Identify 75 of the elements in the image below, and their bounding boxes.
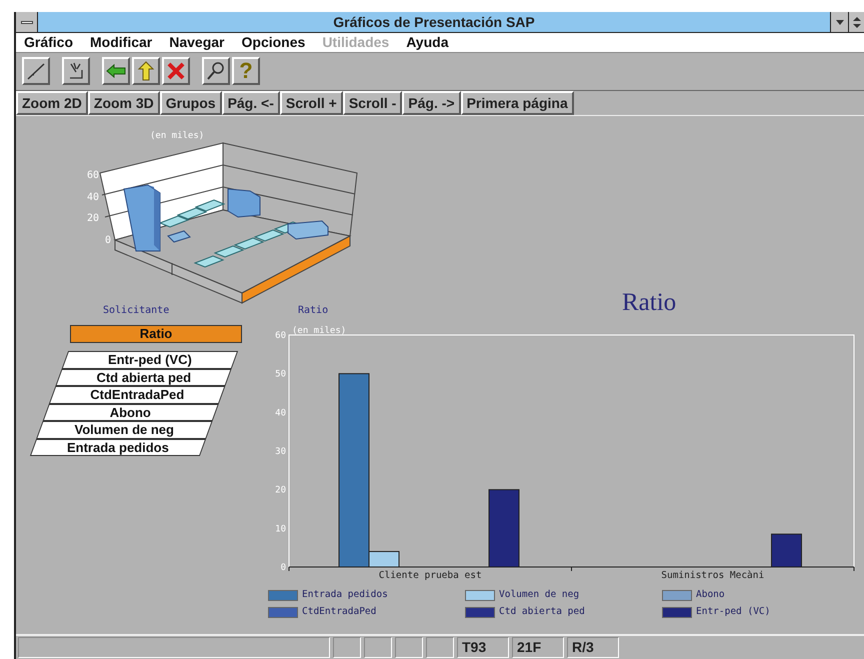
tick-label: 0 — [105, 235, 112, 246]
close-icon — [165, 60, 187, 82]
legend-label: Entr-ped (VC) — [696, 605, 770, 620]
menu-item[interactable]: Navegar — [169, 32, 225, 53]
status-pane — [333, 637, 361, 658]
status-field: T93 — [457, 637, 509, 658]
key-figure-item[interactable]: Ctd abierta ped — [55, 368, 232, 386]
status-pane — [364, 637, 392, 658]
category-label: Cliente prueba est — [378, 570, 482, 581]
chart-nav-button[interactable]: Zoom 3D — [88, 91, 160, 115]
axis-unit-label: (en miles) — [292, 326, 346, 336]
flat-bar — [176, 207, 208, 220]
status-pane — [395, 637, 423, 658]
up-arrow-icon — [135, 60, 157, 82]
help-icon: ? — [239, 60, 253, 82]
3d-bar — [288, 220, 328, 240]
flat-bar — [254, 229, 284, 242]
tick-label: 40 — [87, 192, 100, 203]
key-figure-item[interactable]: Entrada pedidos — [30, 438, 206, 456]
chart-nav-button[interactable]: Primera página — [460, 91, 574, 115]
chart-nav-button[interactable]: Scroll + — [280, 91, 343, 115]
toolbar-button[interactable] — [62, 57, 90, 85]
chart-nav-button[interactable]: Zoom 2D — [16, 91, 88, 115]
3d-bar — [167, 230, 191, 243]
key-figure-item[interactable]: Ratio — [70, 325, 242, 342]
window-title: Gráficos de Presentación SAP — [332, 13, 536, 32]
axis-label: Ratio — [298, 305, 328, 316]
tick-label: 50 — [275, 370, 286, 380]
menu-item[interactable]: Opciones — [242, 32, 306, 53]
flat-bar — [214, 245, 244, 258]
toolbar-button[interactable] — [162, 57, 190, 85]
up-down-icon — [852, 16, 860, 28]
chart-nav-button[interactable]: Pág. <- — [222, 91, 280, 115]
axis-unit-label: (en miles) — [150, 131, 204, 141]
axis-label: Solicitante — [103, 305, 170, 316]
caret-icon — [836, 20, 844, 24]
tick-label: 60 — [275, 331, 286, 341]
category-label: Suministros Mecàni — [661, 570, 764, 581]
chart-title: Ratio — [622, 288, 676, 318]
tick-label: 60 — [87, 170, 100, 181]
toolbar-button[interactable] — [102, 57, 130, 85]
key-figure-item[interactable]: Abono — [42, 403, 219, 420]
legend-label: Volumen de neg — [499, 588, 580, 602]
chart-nav-button[interactable]: Grupos — [160, 91, 222, 115]
tick-label: 20 — [87, 213, 100, 224]
flat-bar — [158, 215, 190, 228]
menu-item[interactable]: Modificar — [90, 32, 152, 53]
key-figure-item[interactable]: CtdEntradaPed — [49, 386, 226, 403]
scroll-arrows-button[interactable] — [848, 12, 864, 32]
menu-item[interactable]: Ayuda — [406, 32, 448, 53]
status-pane — [426, 637, 454, 658]
legend-label: Ctd abierta ped — [499, 605, 585, 620]
toolbar-button[interactable] — [22, 57, 50, 85]
toolbar-button[interactable] — [132, 57, 160, 85]
chart-nav-button[interactable]: Pág. -> — [402, 91, 461, 115]
legend-label: Abono — [696, 588, 725, 602]
toolbar-button[interactable] — [202, 57, 230, 85]
tick-label: 10 — [275, 524, 286, 534]
dropdown-button[interactable] — [830, 12, 848, 32]
legend-label: CtdEntradaPed — [302, 605, 376, 620]
3d-bar — [123, 184, 160, 252]
tick-label: 20 — [275, 486, 286, 496]
menu-item[interactable]: Gráfico — [24, 32, 74, 53]
chart-nav-button[interactable]: Scroll - — [342, 91, 402, 115]
status-field: R/3 — [567, 637, 619, 658]
flat-bar — [194, 199, 226, 212]
key-figure-item[interactable]: Entr-ped (VC) — [62, 350, 238, 368]
tick-label: 30 — [275, 447, 286, 457]
system-menu-button[interactable] — [16, 12, 38, 32]
tick-label: 0 — [280, 563, 286, 573]
legend-label: Entrada pedidos — [302, 588, 388, 602]
tick-label: 40 — [275, 408, 286, 418]
key-figure-item[interactable]: Volumen de neg — [36, 420, 213, 438]
flat-bar — [194, 255, 224, 268]
status-field: 21F — [512, 637, 564, 658]
